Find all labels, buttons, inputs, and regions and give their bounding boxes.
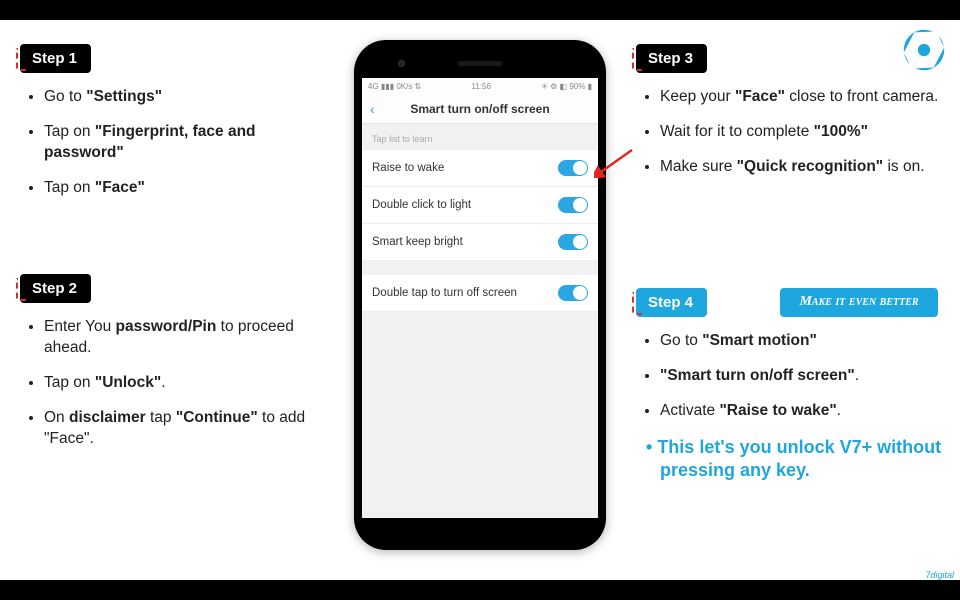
row-gap (362, 261, 598, 275)
list-item: Go to "Smart motion" (660, 331, 946, 352)
make-it-better-callout: Make it even better (780, 288, 938, 317)
row-label: Raise to wake (372, 162, 444, 174)
phone-bezel-top (362, 48, 598, 78)
list-item: Wait for it to complete "100%" (660, 122, 946, 143)
toggle-switch[interactable] (558, 160, 588, 176)
status-bar: 4G ▮▮▮ 0K/s ⇅ 11:56 ✳ ⚙ ◧ 90% ▮ (362, 78, 598, 94)
step2-block: Step 2 Enter You password/Pin to proceed… (20, 274, 320, 464)
step3-tag: Step 3 (636, 44, 707, 73)
list-item: Enter You password/Pin to proceed ahead. (44, 317, 320, 359)
status-right: ✳ ⚙ ◧ 90% ▮ (541, 82, 592, 91)
row-label: Double click to light (372, 199, 471, 211)
setting-row-double-click[interactable]: Double click to light (362, 187, 598, 224)
phone-bezel-bottom (362, 518, 598, 542)
phone-mockup: 4G ▮▮▮ 0K/s ⇅ 11:56 ✳ ⚙ ◧ 90% ▮ ‹ Smart … (354, 40, 606, 550)
step4-tip: This let's you unlock V7+ without pressi… (660, 436, 946, 483)
step4-tag: Step 4 (636, 288, 707, 317)
list-item: Activate "Raise to wake". (660, 401, 946, 422)
speaker-icon (458, 61, 502, 66)
phone-screen: 4G ▮▮▮ 0K/s ⇅ 11:56 ✳ ⚙ ◧ 90% ▮ ‹ Smart … (362, 78, 598, 518)
status-time: 11:56 (472, 82, 491, 91)
list-item: "Smart turn on/off screen". (660, 366, 946, 387)
toggle-switch[interactable] (558, 197, 588, 213)
step1-block: Step 1 Go to "Settings" Tap on "Fingerpr… (20, 44, 320, 213)
row-label: Double tap to turn off screen (372, 287, 517, 299)
step3-list: Keep your "Face" close to front camera. … (660, 87, 946, 178)
setting-row-raise-to-wake[interactable]: Raise to wake (362, 150, 598, 187)
row-label: Smart keep bright (372, 236, 463, 248)
toggle-switch[interactable] (558, 234, 588, 250)
step1-list: Go to "Settings" Tap on "Fingerprint, fa… (44, 87, 320, 199)
list-item: Tap on "Fingerprint, face and password" (44, 122, 320, 164)
list-item: Keep your "Face" close to front camera. (660, 87, 946, 108)
list-item: Tap on "Unlock". (44, 373, 320, 394)
slide: Step 1 Go to "Settings" Tap on "Fingerpr… (0, 20, 960, 580)
back-icon[interactable]: ‹ (370, 101, 375, 117)
step3-block: Step 3 Keep your "Face" close to front c… (636, 44, 946, 192)
front-camera-icon (398, 60, 405, 67)
setting-row-double-tap-off[interactable]: Double tap to turn off screen (362, 275, 598, 312)
list-item: On disclaimer tap "Continue" to add "Fac… (44, 408, 320, 450)
list-item: Tap on "Face" (44, 178, 320, 199)
step4-list: Go to "Smart motion" "Smart turn on/off … (660, 331, 946, 422)
status-left: 4G ▮▮▮ 0K/s ⇅ (368, 82, 421, 91)
list-item: Make sure "Quick recognition" is on. (660, 157, 946, 178)
screen-header: ‹ Smart turn on/off screen (362, 94, 598, 124)
step2-tag: Step 2 (20, 274, 91, 303)
section-label: Tap list to learn (362, 124, 598, 150)
list-item: Go to "Settings" (44, 87, 320, 108)
phone-body: 4G ▮▮▮ 0K/s ⇅ 11:56 ✳ ⚙ ◧ 90% ▮ ‹ Smart … (362, 48, 598, 542)
setting-row-smart-keep-bright[interactable]: Smart keep bright (362, 224, 598, 261)
footer-watermark: 7digital (925, 570, 954, 580)
step2-list: Enter You password/Pin to proceed ahead.… (44, 317, 320, 450)
step4-block: Step 4 Go to "Smart motion" "Smart turn … (636, 288, 946, 483)
step1-tag: Step 1 (20, 44, 91, 73)
toggle-switch[interactable] (558, 285, 588, 301)
screen-title: Smart turn on/off screen (362, 102, 598, 116)
